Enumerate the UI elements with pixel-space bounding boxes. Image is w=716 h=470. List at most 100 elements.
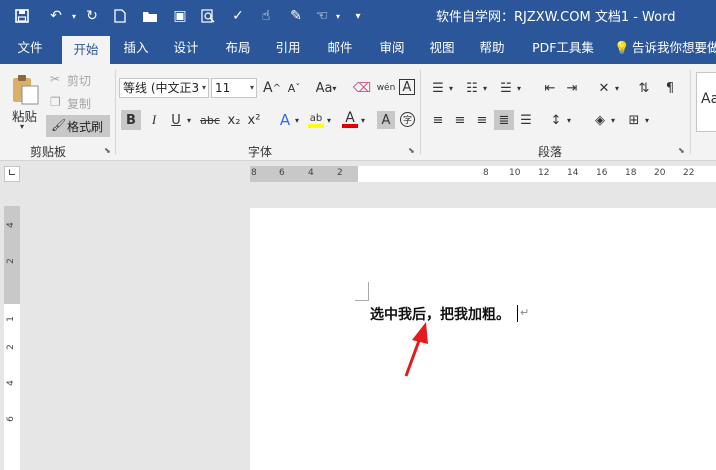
styles-gallery[interactable]: Aa bbox=[696, 72, 716, 132]
document-page[interactable]: 选中我后，把我加粗。 ↵ bbox=[250, 208, 716, 470]
ruler-tick: 4 bbox=[308, 168, 314, 178]
underline-button[interactable]: U bbox=[166, 110, 186, 130]
font-color-dropdown-icon[interactable]: ▾ bbox=[358, 110, 368, 130]
sort-icon[interactable]: ⇅ bbox=[634, 78, 654, 98]
grow-font-icon[interactable]: A ^ bbox=[262, 78, 282, 98]
customize-toolbar-icon[interactable]: ▾ bbox=[348, 6, 368, 26]
tab-mailings[interactable]: 邮件 bbox=[320, 32, 360, 64]
shading-dropdown-icon[interactable]: ▾ bbox=[608, 110, 618, 130]
format-painter-label: 格式刷 bbox=[67, 120, 104, 134]
undo-icon[interactable]: ↶ bbox=[46, 6, 66, 26]
lightbulb-icon: 💡 bbox=[614, 40, 630, 55]
print-preview-icon[interactable] bbox=[198, 6, 218, 26]
touch-dropdown-icon[interactable]: ▾ bbox=[328, 6, 348, 26]
phonetic-guide-icon[interactable]: wén bbox=[376, 78, 396, 98]
line-spacing-icon[interactable]: ↕ bbox=[546, 110, 566, 130]
justify-icon[interactable]: ≣ bbox=[494, 110, 514, 130]
highlight-dropdown-icon[interactable]: ▾ bbox=[324, 110, 334, 130]
tab-file[interactable]: 文件 bbox=[6, 32, 54, 64]
new-document-icon[interactable] bbox=[110, 6, 130, 26]
decrease-indent-icon[interactable]: ⇤ bbox=[540, 78, 560, 98]
paste-dropdown-icon[interactable]: ▾ bbox=[20, 122, 24, 131]
highlight-color-icon[interactable]: ab bbox=[306, 108, 326, 128]
tab-references[interactable]: 引用 bbox=[268, 32, 308, 64]
save-icon[interactable] bbox=[12, 6, 32, 26]
tab-home[interactable]: 开始 bbox=[62, 36, 110, 64]
format-painter-button[interactable]: 🖌 格式刷 bbox=[46, 115, 110, 137]
ruler-tick: 8 bbox=[483, 168, 489, 178]
paragraph-launcher-icon[interactable]: ⬊ bbox=[678, 146, 685, 155]
ruler-tick: 4 bbox=[5, 222, 16, 228]
line-spacing-dropdown-icon[interactable]: ▾ bbox=[564, 110, 574, 130]
draw-table-icon[interactable]: ✎ bbox=[286, 6, 306, 26]
cut-icon: ✂ bbox=[50, 72, 61, 86]
spelling-check-icon[interactable]: ✓ bbox=[228, 6, 248, 26]
bullets-dropdown-icon[interactable]: ▾ bbox=[446, 78, 456, 98]
align-center-icon[interactable]: ≡ bbox=[450, 110, 470, 130]
bold-button[interactable]: B bbox=[121, 110, 141, 130]
open-folder-icon[interactable] bbox=[140, 6, 160, 26]
character-shading-icon[interactable]: A bbox=[377, 111, 395, 129]
paste-icon[interactable] bbox=[10, 74, 40, 106]
text-cursor bbox=[517, 305, 518, 322]
font-color-icon[interactable]: A bbox=[340, 108, 360, 128]
borders-icon[interactable]: ⊞ bbox=[624, 110, 644, 130]
tab-review[interactable]: 审阅 bbox=[372, 32, 412, 64]
redo-icon[interactable]: ↻ bbox=[82, 6, 102, 26]
cut-button[interactable]: 剪切 bbox=[67, 72, 91, 89]
tab-help[interactable]: 帮助 bbox=[472, 32, 512, 64]
align-left-icon[interactable]: ≡ bbox=[428, 110, 448, 130]
group-separator bbox=[420, 70, 421, 154]
shrink-font-icon[interactable]: Aˇ bbox=[284, 78, 304, 98]
underline-dropdown-icon[interactable]: ▾ bbox=[184, 110, 194, 130]
change-case-icon[interactable]: Aa ▾ bbox=[312, 78, 340, 98]
font-launcher-icon[interactable]: ⬊ bbox=[408, 146, 415, 155]
align-right-icon[interactable]: ≡ bbox=[472, 110, 492, 130]
distributed-icon[interactable]: ☰ bbox=[516, 110, 536, 130]
strikethrough-button[interactable]: abc bbox=[198, 110, 222, 130]
undo-dropdown-icon[interactable]: ▾ bbox=[64, 6, 84, 26]
clipboard-launcher-icon[interactable]: ⬊ bbox=[104, 146, 111, 155]
touch-mode-icon[interactable]: ☝ bbox=[256, 6, 276, 26]
ruler-tick: 14 bbox=[567, 168, 579, 178]
quick-print-icon[interactable]: ▣ bbox=[170, 6, 190, 26]
enclose-characters-icon[interactable]: 字 bbox=[400, 112, 415, 127]
multilevel-list-icon[interactable]: ☱ bbox=[496, 78, 516, 98]
numbering-dropdown-icon[interactable]: ▾ bbox=[480, 78, 490, 98]
chinese-layout-dropdown-icon[interactable]: ▾ bbox=[612, 78, 622, 98]
tab-selector[interactable]: ∟ bbox=[4, 166, 20, 182]
text-effects-dropdown-icon[interactable]: ▾ bbox=[292, 110, 302, 130]
document-paragraph[interactable]: 选中我后，把我加粗。 bbox=[370, 304, 510, 324]
ruler-tick: 12 bbox=[538, 168, 550, 178]
show-formatting-icon[interactable]: ¶ bbox=[660, 78, 680, 98]
clear-formatting-icon[interactable]: ⌫ bbox=[352, 78, 372, 98]
subscript-button[interactable]: x₂ bbox=[224, 110, 244, 130]
paste-button[interactable]: 粘贴 bbox=[12, 106, 37, 125]
borders-dropdown-icon[interactable]: ▾ bbox=[642, 110, 652, 130]
copy-button[interactable]: 复制 bbox=[67, 95, 91, 112]
bullets-icon[interactable]: ☰ bbox=[428, 78, 448, 98]
chinese-layout-icon[interactable]: ✕ bbox=[594, 78, 614, 98]
tab-layout[interactable]: 布局 bbox=[218, 32, 258, 64]
tab-pdf-tools[interactable]: PDF工具集 bbox=[528, 32, 598, 64]
multilevel-dropdown-icon[interactable]: ▾ bbox=[514, 78, 524, 98]
numbering-icon[interactable]: ☷ bbox=[462, 78, 482, 98]
increase-indent-icon[interactable]: ⇥ bbox=[562, 78, 582, 98]
tab-insert[interactable]: 插入 bbox=[116, 32, 156, 64]
font-name-combo[interactable]: 等线 (中文正3 ▾ bbox=[119, 78, 209, 98]
format-painter-icon: 🖌 bbox=[51, 118, 67, 132]
superscript-button[interactable]: x² bbox=[244, 110, 264, 130]
font-group-label: 字体 bbox=[248, 145, 273, 159]
shading-icon[interactable]: ◈ bbox=[590, 110, 610, 130]
ruler-tick: 8 bbox=[251, 168, 257, 178]
font-color-swatch bbox=[342, 124, 358, 128]
horizontal-ruler[interactable]: 8 6 4 2 8 10 12 14 16 18 20 22 bbox=[250, 166, 716, 182]
character-border-icon[interactable]: A bbox=[399, 79, 415, 95]
tell-me-search[interactable]: 告诉我你想要做 bbox=[632, 32, 716, 64]
italic-button[interactable]: I bbox=[144, 110, 164, 130]
tab-view[interactable]: 视图 bbox=[422, 32, 462, 64]
title-bar: ↶ ▾ ↻ ▣ ✓ ☝ ✎ ☜ ▾ ▾ 软件自学网：RJZXW.COM 文档1 … bbox=[0, 0, 716, 32]
font-size-combo[interactable]: 11 ▾ bbox=[211, 78, 257, 98]
vertical-ruler[interactable]: 4 2 1 2 4 6 bbox=[4, 206, 20, 470]
tab-design[interactable]: 设计 bbox=[166, 32, 206, 64]
